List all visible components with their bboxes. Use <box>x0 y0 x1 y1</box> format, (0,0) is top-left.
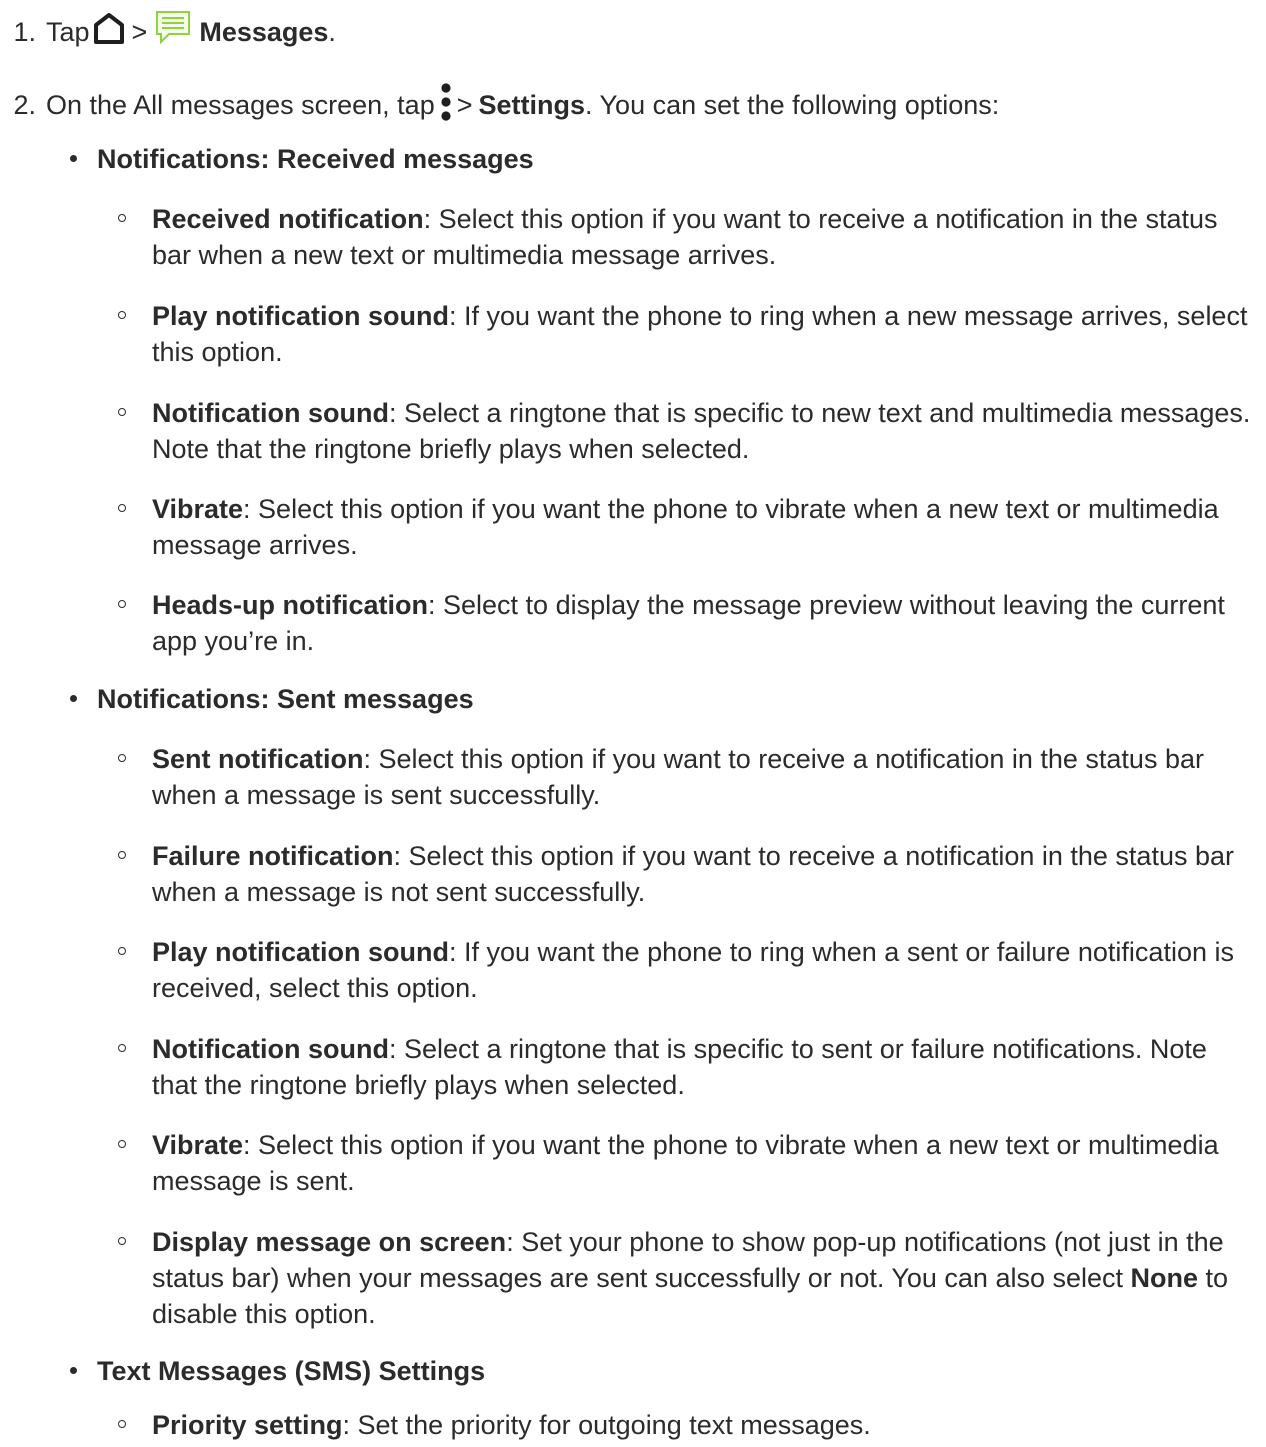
list-item-vibrate-sent: Vibrate: Select this option if you want … <box>118 1127 1258 1199</box>
list-item-notification-sound-sent: Notification sound: Select a ringtone th… <box>118 1031 1258 1103</box>
step-2: 2. On the All messages screen, tap > Set… <box>0 82 999 129</box>
list-item-display-message-on-screen: Display message on screen: Set your phon… <box>118 1224 1258 1332</box>
list-item-notification-sound: Notification sound: Select a ringtone th… <box>118 395 1258 467</box>
step-separator: > <box>131 17 148 47</box>
document-page: 1. Tap > Messages . 2. On the All messag… <box>0 0 1266 1447</box>
list-item-heads-up-notification: Heads-up notification: Select to display… <box>118 587 1258 659</box>
circle-bullet <box>118 311 126 319</box>
overflow-menu-icon <box>439 82 453 129</box>
step-end: . <box>328 17 336 47</box>
step-separator: > <box>456 90 473 120</box>
step-settings-label: Settings <box>478 90 586 120</box>
messages-app-icon <box>155 10 191 55</box>
circle-bullet <box>118 214 126 222</box>
list-item-sent-notification: Sent notification: Select this option if… <box>118 741 1258 813</box>
circle-bullet <box>118 947 126 955</box>
home-icon <box>92 12 126 53</box>
section-heading-sms: Text Messages (SMS) Settings <box>70 1356 485 1387</box>
circle-bullet <box>118 504 126 512</box>
bullet-dot <box>70 1367 77 1375</box>
step-text-lead: On the All messages screen, tap <box>46 90 435 120</box>
bullet-dot <box>70 695 77 703</box>
list-item-priority-setting: Priority setting: Set the priority for o… <box>118 1407 1258 1443</box>
list-item-play-notification-sound: Play notification sound: If you want the… <box>118 298 1258 370</box>
list-item-play-notification-sound-sent: Play notification sound: If you want the… <box>118 934 1258 1006</box>
step-1: 1. Tap > Messages . <box>0 10 336 55</box>
step-app-name: Messages <box>199 17 329 47</box>
list-item-received-notification: Received notification: Select this optio… <box>118 201 1258 273</box>
circle-bullet <box>118 600 126 608</box>
circle-bullet <box>118 408 126 416</box>
step-number: 1. <box>13 17 36 47</box>
section-heading-received: Notifications: Received messages <box>70 144 534 175</box>
circle-bullet <box>118 1420 126 1428</box>
bullet-dot <box>70 155 77 163</box>
step-trail: . You can set the following options: <box>585 90 1000 120</box>
circle-bullet <box>118 1237 126 1245</box>
circle-bullet <box>118 851 126 859</box>
circle-bullet <box>118 1044 126 1052</box>
circle-bullet <box>118 754 126 762</box>
section-heading-sent: Notifications: Sent messages <box>70 684 474 715</box>
step-number: 2. <box>13 90 36 120</box>
list-item-vibrate: Vibrate: Select this option if you want … <box>118 491 1258 563</box>
list-item-failure-notification: Failure notification: Select this option… <box>118 838 1258 910</box>
step-text-tap: Tap <box>46 17 90 47</box>
circle-bullet <box>118 1140 126 1148</box>
